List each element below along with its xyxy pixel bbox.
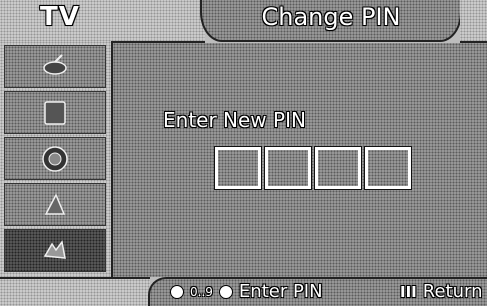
enter-pin-hint: 0..9 Enter PIN xyxy=(170,281,323,302)
pin-prompt: Enter New PIN xyxy=(163,108,306,132)
sidebar-item-channel[interactable] xyxy=(4,183,106,226)
channel-icon xyxy=(44,192,66,215)
return-label: Return xyxy=(422,281,483,302)
sidebar-item-sound[interactable] xyxy=(4,137,106,180)
pin-digit-box[interactable] xyxy=(364,146,412,190)
enter-pin-label: Enter PIN xyxy=(238,281,323,302)
number-keys-label: 0..9 xyxy=(190,284,213,299)
header-filler xyxy=(460,0,487,43)
sidebar-item-picture[interactable] xyxy=(4,91,106,134)
page-title: Change PIN xyxy=(261,3,401,31)
pin-digit-box[interactable] xyxy=(214,146,262,190)
footer: 0..9 Enter PIN III Return xyxy=(0,277,487,306)
setup-icon xyxy=(43,239,66,259)
title-tab: Change PIN xyxy=(200,0,462,42)
footer-filler xyxy=(0,277,150,306)
return-hint[interactable]: III Return xyxy=(400,281,482,302)
source-tab: TV xyxy=(0,0,205,43)
footer-help-bar: 0..9 Enter PIN III Return xyxy=(148,277,487,306)
number-key-icon xyxy=(170,284,184,299)
pin-digit-box[interactable] xyxy=(264,146,312,190)
pin-entry[interactable] xyxy=(214,146,412,190)
number-key-icon xyxy=(218,284,233,299)
picture-icon xyxy=(44,100,66,125)
sidebar-item-input[interactable] xyxy=(4,45,106,88)
sidebar xyxy=(0,41,113,277)
menu-button-icon: III xyxy=(400,282,417,301)
antenna-icon xyxy=(43,53,67,75)
source-label: TV xyxy=(40,2,80,32)
sidebar-item-setup[interactable] xyxy=(4,229,106,272)
pin-digit-box[interactable] xyxy=(314,146,362,190)
sound-icon xyxy=(42,145,68,172)
header: TV Change PIN xyxy=(0,0,487,43)
main-panel: Enter New PIN xyxy=(113,43,487,277)
